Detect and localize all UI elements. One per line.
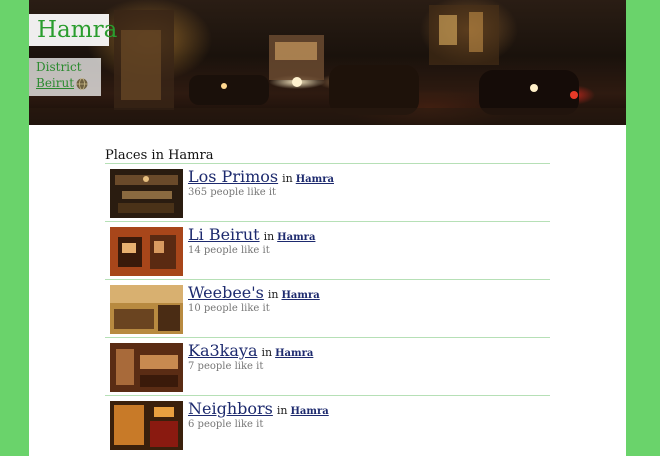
in-label: in	[276, 404, 288, 417]
in-label: in	[267, 288, 279, 301]
place-thumbnail[interactable]	[110, 285, 183, 334]
place-name-link[interactable]: Los Primos	[188, 167, 278, 186]
place-name-link[interactable]: Weebee's	[188, 283, 264, 302]
district-link[interactable]: Hamra	[296, 174, 334, 185]
page-title: Hamra	[37, 17, 118, 43]
place-thumbnail[interactable]	[110, 169, 183, 218]
place-name-link[interactable]: Neighbors	[188, 399, 273, 418]
title-box: Hamra	[29, 14, 117, 46]
like-count: 14 people like it	[188, 245, 270, 256]
list-item: Li Beirut in Hamra 14 people like it	[105, 221, 550, 279]
header-banner-photo: Hamra District Beirut	[29, 0, 626, 125]
district-label: District	[36, 60, 82, 74]
place-thumbnail[interactable]	[110, 401, 183, 450]
place-name-link[interactable]: Ka3kaya	[188, 341, 257, 360]
page-content: Hamra District Beirut Places in Hamra Lo…	[29, 0, 626, 456]
section-title: Places in Hamra	[105, 148, 214, 163]
district-link[interactable]: Hamra	[275, 348, 313, 359]
in-label: in	[261, 346, 273, 359]
globe-icon[interactable]	[76, 78, 88, 90]
list-item: Weebee's in Hamra 10 people like it	[105, 279, 550, 337]
in-label: in	[263, 230, 275, 243]
district-link[interactable]: Hamra	[281, 290, 319, 301]
like-count: 7 people like it	[188, 361, 264, 372]
like-count: 6 people like it	[188, 419, 264, 430]
list-item: Los Primos in Hamra 365 people like it	[105, 163, 550, 221]
place-thumbnail[interactable]	[110, 343, 183, 392]
in-label: in	[282, 172, 293, 185]
district-link[interactable]: Beirut	[36, 76, 74, 91]
list-item: Neighbors in Hamra 6 people like it	[105, 395, 550, 453]
places-list: Los Primos in Hamra 365 people like it Li …	[105, 163, 550, 453]
like-count: 365 people like it	[188, 187, 277, 198]
district-link[interactable]: Hamra	[290, 406, 328, 417]
like-count: 10 people like it	[188, 303, 270, 314]
district-link[interactable]: Hamra	[277, 232, 315, 243]
street-scene-image	[29, 5, 626, 125]
place-name-link[interactable]: Li Beirut	[188, 225, 260, 244]
place-thumbnail[interactable]	[110, 227, 183, 276]
district-box: District Beirut	[29, 58, 101, 96]
list-item: Ka3kaya in Hamra 7 people like it	[105, 337, 550, 395]
